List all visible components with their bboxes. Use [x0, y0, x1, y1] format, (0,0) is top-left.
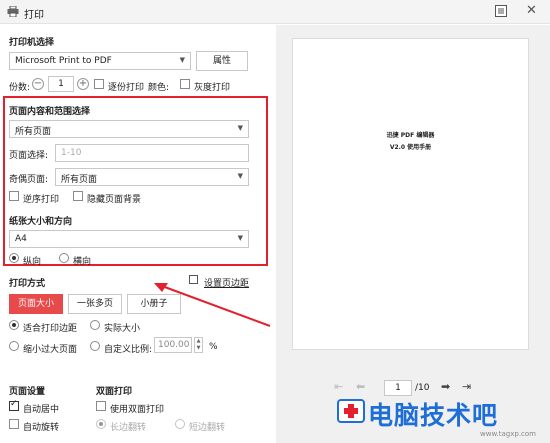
- close-icon[interactable]: ✕: [526, 3, 537, 18]
- chevron-down-icon: ▼: [237, 234, 243, 242]
- content-select-value: 所有页面: [15, 127, 52, 137]
- page-select-input[interactable]: 1-10: [55, 144, 249, 162]
- custom-scale-value: 100.00: [158, 340, 190, 350]
- auto-center-checkbox[interactable]: [9, 399, 19, 411]
- page-settings-title: 页面设置: [9, 387, 46, 397]
- duplex-title: 双面打印: [96, 387, 133, 397]
- tab-page-size[interactable]: 页面大小: [9, 294, 63, 314]
- range-section-title: 页面内容和范围选择: [9, 107, 91, 117]
- stepper-icon[interactable]: ▲ ▼: [194, 337, 203, 353]
- printer-select-value: Microsoft Print to PDF: [15, 56, 112, 66]
- collate-checkbox[interactable]: [94, 79, 104, 89]
- next-page-icon[interactable]: ➡: [441, 380, 450, 393]
- preview-page: 迅捷 PDF 编辑器 V2.0 使用手册: [292, 38, 529, 350]
- copies-label: 份数:: [9, 83, 31, 93]
- tab-multi-page[interactable]: 一张多页: [68, 294, 122, 314]
- grayscale-checkbox[interactable]: [180, 79, 190, 89]
- fit-label: 适合打印边距: [23, 324, 78, 334]
- collate-label: 逐份打印: [108, 83, 145, 93]
- custom-scale-input[interactable]: 100.00: [154, 337, 192, 353]
- grayscale-label: 灰度打印: [194, 83, 231, 93]
- printer-icon: [7, 5, 19, 18]
- auto-center-label: 自动居中: [23, 405, 60, 415]
- paper-size-value: A4: [15, 234, 27, 244]
- chevron-down-icon: ▼: [179, 56, 185, 64]
- annotation-arrow: [154, 283, 271, 327]
- layout-icon[interactable]: [495, 5, 507, 17]
- page-number-input[interactable]: 1: [384, 380, 412, 396]
- portrait-radio[interactable]: [9, 253, 19, 263]
- duplex-checkbox[interactable]: [96, 401, 106, 411]
- odd-even-select[interactable]: 所有页面 ▼: [55, 168, 249, 186]
- short-edge-label: 短边翻转: [189, 423, 226, 433]
- copies-value: 1: [58, 79, 64, 89]
- actual-radio[interactable]: [90, 320, 100, 330]
- paper-size-select[interactable]: A4 ▼: [9, 230, 249, 248]
- actual-label: 实际大小: [104, 324, 141, 334]
- plus-icon[interactable]: +: [77, 78, 89, 90]
- long-edge-label: 长边翻转: [110, 423, 147, 433]
- title-bar: 打印 ✕: [0, 0, 550, 24]
- paper-section-title: 纸张大小和方向: [9, 217, 73, 227]
- preview-doc-title: 迅捷 PDF 编辑器: [386, 132, 435, 139]
- copies-input[interactable]: 1: [48, 76, 74, 92]
- reverse-label: 逆序打印: [23, 195, 60, 205]
- hide-bg-label: 隐藏页面背景: [87, 195, 142, 205]
- auto-rotate-label: 自动旋转: [23, 423, 60, 433]
- total-pages: /10: [415, 383, 430, 393]
- shrink-radio[interactable]: [9, 341, 19, 351]
- minus-icon[interactable]: −: [32, 78, 44, 90]
- custom-label: 自定义比例:: [104, 345, 153, 355]
- properties-button[interactable]: 属性: [196, 51, 248, 71]
- percent-label: %: [209, 342, 218, 352]
- prev-page-icon[interactable]: ⬅: [356, 380, 365, 393]
- last-page-icon[interactable]: ⇥: [462, 380, 471, 393]
- chevron-down-icon: ▼: [237, 172, 243, 180]
- first-page-icon[interactable]: ⇤: [334, 380, 343, 393]
- shrink-label: 缩小过大页面: [23, 345, 78, 355]
- landscape-label: 横向: [73, 257, 92, 267]
- duplex-label: 使用双面打印: [110, 405, 165, 415]
- watermark-logo: [336, 396, 366, 426]
- custom-radio[interactable]: [90, 341, 100, 351]
- short-edge-radio[interactable]: [175, 419, 185, 429]
- fit-radio[interactable]: [9, 320, 19, 330]
- odd-even-label: 奇偶页面:: [9, 175, 49, 185]
- page-select-label: 页面选择:: [9, 151, 49, 161]
- current-page: 1: [395, 383, 401, 393]
- watermark-domain: www.tagxp.com: [480, 430, 536, 438]
- printer-select[interactable]: Microsoft Print to PDF ▼: [9, 52, 191, 70]
- auto-rotate-checkbox[interactable]: [9, 419, 19, 429]
- odd-even-select-value: 所有页面: [61, 175, 98, 185]
- reverse-checkbox[interactable]: [9, 191, 19, 201]
- landscape-radio[interactable]: [59, 253, 69, 263]
- printer-section-title: 打印机选择: [9, 38, 55, 48]
- long-edge-radio[interactable]: [96, 419, 106, 429]
- page-select-placeholder: 1-10: [61, 148, 82, 158]
- preview-doc-subtitle: V2.0 使用手册: [389, 144, 432, 151]
- color-label: 颜色:: [148, 83, 170, 93]
- portrait-label: 纵向: [23, 257, 42, 267]
- window-title: 打印: [24, 10, 44, 21]
- hide-bg-checkbox[interactable]: [73, 191, 83, 201]
- mode-section-title: 打印方式: [9, 279, 46, 289]
- chevron-down-icon: ▼: [237, 124, 243, 132]
- content-select[interactable]: 所有页面 ▼: [9, 120, 249, 138]
- watermark-text: 电脑技术吧: [368, 401, 499, 430]
